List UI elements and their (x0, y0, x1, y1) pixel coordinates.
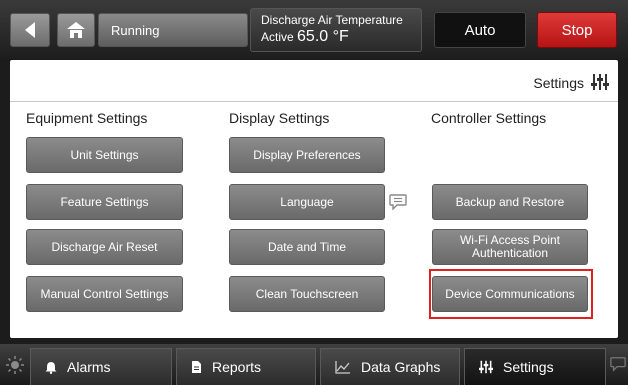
tab-data-graphs[interactable]: Data Graphs (320, 348, 460, 385)
wifi-access-point-authentication-label: Wi-Fi Access Point Authentication (459, 233, 561, 260)
status-indicator[interactable]: Running (98, 13, 248, 47)
bottom-nav-bar: Alarms Reports Data Graphs Settings (0, 344, 628, 385)
feature-settings-button[interactable]: Feature Settings (26, 184, 183, 220)
sliders-icon (479, 360, 493, 374)
tab-settings-label: Settings (503, 359, 554, 375)
bell-icon (45, 361, 57, 374)
clean-touchscreen-button[interactable]: Clean Touchscreen (229, 276, 385, 312)
auto-mode-button[interactable]: Auto (434, 12, 526, 48)
reading-line: Active 65.0 °F (261, 28, 421, 46)
auto-mode-label: Auto (464, 21, 496, 39)
document-icon (192, 361, 201, 373)
panel-header: Settings (10, 60, 618, 102)
discharge-air-reset-label: Discharge Air Reset (51, 239, 158, 254)
tab-reports-label: Reports (212, 359, 262, 375)
home-button[interactable] (57, 13, 95, 47)
tab-settings[interactable]: Settings (464, 348, 606, 385)
wifi-access-point-authentication-button[interactable]: Wi-Fi Access Point Authentication (432, 229, 588, 265)
page-title: Settings (533, 75, 584, 91)
display-preferences-label: Display Preferences (253, 147, 361, 162)
backup-and-restore-button[interactable]: Backup and Restore (432, 184, 588, 220)
tab-alarms-label: Alarms (67, 359, 111, 375)
feature-settings-label: Feature Settings (60, 194, 149, 209)
discharge-air-reset-button[interactable]: Discharge Air Reset (26, 229, 183, 265)
stop-button[interactable]: Stop (537, 12, 617, 48)
language-chat-icon[interactable] (389, 194, 407, 210)
display-preferences-button[interactable]: Display Preferences (229, 137, 385, 173)
backup-and-restore-label: Backup and Restore (455, 194, 565, 209)
settings-panel: Settings Equipment Settings Display Sett… (10, 60, 618, 338)
language-label: Language (280, 194, 334, 209)
reading-value: 65.0 °F (297, 28, 349, 45)
tab-reports[interactable]: Reports (176, 348, 316, 385)
clean-touchscreen-label: Clean Touchscreen (255, 286, 359, 301)
tab-data-graphs-label: Data Graphs (361, 359, 441, 375)
brightness-icon[interactable] (6, 356, 24, 374)
reading-label: Discharge Air Temperature (261, 13, 403, 27)
status-text: Running (111, 22, 160, 38)
top-bar: Running Discharge Air Temperature Active… (0, 0, 628, 58)
unit-settings-button[interactable]: Unit Settings (26, 137, 183, 173)
display-settings-heading: Display Settings (229, 110, 330, 126)
back-button[interactable] (10, 13, 50, 47)
device-communications-highlight (429, 269, 593, 319)
date-and-time-button[interactable]: Date and Time (229, 229, 385, 265)
manual-control-settings-button[interactable]: Manual Control Settings (26, 276, 183, 312)
manual-control-settings-label: Manual Control Settings (40, 286, 169, 301)
sliders-icon (591, 74, 609, 90)
equipment-settings-heading: Equipment Settings (26, 110, 148, 126)
unit-settings-label: Unit Settings (70, 147, 139, 162)
stop-label: Stop (561, 21, 593, 39)
reading-prefix: Active (261, 30, 294, 44)
date-and-time-label: Date and Time (267, 239, 347, 254)
tab-alarms[interactable]: Alarms (30, 348, 172, 385)
controller-settings-heading: Controller Settings (431, 110, 547, 126)
chat-icon[interactable] (610, 356, 626, 372)
line-graph-icon (335, 361, 350, 374)
language-button[interactable]: Language (229, 184, 385, 220)
back-arrow-icon (25, 22, 35, 38)
active-reading-display[interactable]: Discharge Air Temperature Active 65.0 °F (250, 8, 422, 52)
home-icon (67, 22, 85, 38)
